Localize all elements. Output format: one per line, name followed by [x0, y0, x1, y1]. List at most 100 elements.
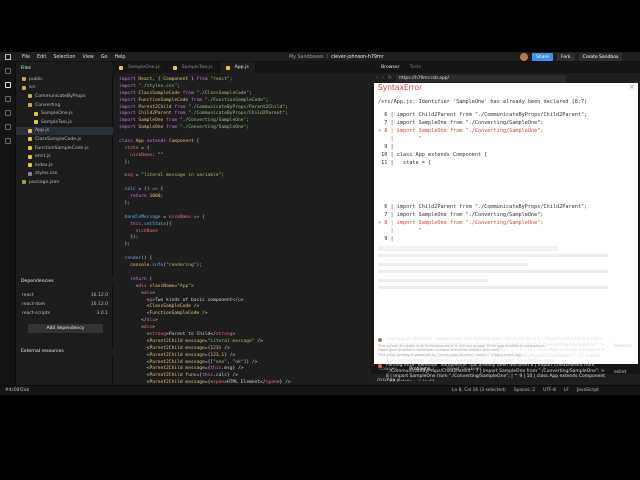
- file-item[interactable]: package.json: [16, 178, 113, 187]
- file-item[interactable]: SampleOne.js: [16, 109, 113, 118]
- file-icon: [34, 120, 38, 125]
- code-line: msg = "literal message in variable";: [119, 173, 296, 180]
- folder-item[interactable]: public: [16, 75, 113, 84]
- code-token: setState: [143, 221, 167, 227]
- breadcrumb-parent[interactable]: My Sandboxes: [289, 55, 324, 60]
- dependency-row[interactable]: react 16.12.0: [16, 291, 113, 300]
- code-token: };: [119, 201, 131, 207]
- file-item[interactable]: ClassSampleCode.js: [16, 135, 113, 144]
- editor-tab-label: SampleTwo.js: [181, 65, 213, 70]
- code-line: import "./styles.css";: [119, 84, 296, 91]
- folder-icon: [28, 103, 32, 108]
- close-icon[interactable]: ×: [629, 83, 635, 91]
- menu-view[interactable]: View: [82, 55, 93, 60]
- menu-selection[interactable]: Selection: [53, 55, 75, 60]
- editor-tab[interactable]: SampleOne.js: [113, 62, 167, 73]
- file-item[interactable]: App.js: [16, 126, 113, 136]
- code-token: ;: [246, 125, 250, 131]
- deploy-icon[interactable]: [5, 110, 11, 116]
- tree-item-label: Converting: [35, 102, 61, 108]
- code-token: Component: [163, 77, 189, 82]
- status-item[interactable]: JavaScript: [577, 388, 599, 393]
- codesandbox-logo-icon[interactable]: [5, 54, 11, 60]
- editor-tab[interactable]: App.js: [219, 62, 256, 73]
- code-token: from: [171, 104, 189, 110]
- editor-tab[interactable]: SampleTwo.js: [167, 62, 220, 73]
- code-token: handleMessage: [124, 214, 161, 220]
- code-token: 1000: [149, 194, 161, 200]
- code-token: .calc} />: [213, 373, 239, 379]
- code-token: state: [124, 145, 139, 151]
- menu-file[interactable]: File: [22, 55, 30, 60]
- tree-item-label: App.js: [35, 128, 50, 134]
- excerpt-line: 10 | class App extends Component {: [378, 152, 488, 158]
- code-token: FunctionSampleCode: [138, 97, 189, 103]
- code-token: "./CommunicateByProps/Child2Parent": [188, 111, 285, 117]
- code-token: nickName: [130, 152, 153, 158]
- code-token: return: [130, 276, 147, 282]
- code-token: >: [152, 325, 155, 331]
- code-token: SampleOne: [138, 125, 164, 131]
- files-icon[interactable]: [5, 82, 11, 88]
- error-overlay-content: SyntaxError × /src/App.js: Identifier 'S…: [374, 52, 638, 364]
- github-icon[interactable]: [5, 96, 11, 102]
- code-token: <: [119, 290, 144, 296]
- code-editor[interactable]: import React, { Component } from "react"…: [113, 73, 371, 385]
- problem-row[interactable]: Parsing error: Identifier 'SampleOne' ha…: [378, 363, 640, 381]
- code-token: from: [196, 77, 211, 82]
- file-item[interactable]: styles.css: [16, 170, 113, 179]
- code-token: <: [119, 359, 150, 365]
- file-icon: [28, 171, 32, 176]
- folder-item[interactable]: src: [16, 84, 113, 93]
- tree-item-label: package.json: [29, 179, 60, 185]
- file-item[interactable]: index.js: [16, 161, 113, 170]
- dependency-row[interactable]: react-dom 16.12.0: [16, 300, 113, 309]
- folder-item[interactable]: Converting: [16, 101, 113, 110]
- error-icon: [378, 364, 382, 368]
- code-line: });: [119, 235, 296, 242]
- problem-row[interactable]: /src/App.js: Identifier 'SampleOne' has …: [378, 337, 640, 363]
- dependencies-section-header[interactable]: Dependencies: [16, 277, 113, 286]
- status-item[interactable]: Spaces: 2: [514, 388, 535, 393]
- file-icon: [28, 137, 32, 142]
- add-dependency-button[interactable]: Add dependency: [28, 324, 103, 333]
- file-item[interactable]: FunctionSampleCode.js: [16, 144, 113, 153]
- code-line: this.setState({: [119, 222, 296, 229]
- folder-item[interactable]: CommunicateByProps: [16, 92, 113, 101]
- code-token: ;: [177, 83, 180, 89]
- excerpt-line: | ^: [378, 136, 422, 142]
- code-token: message: [185, 352, 205, 358]
- status-item[interactable]: UTF-8: [543, 388, 556, 393]
- info-icon[interactable]: [5, 68, 11, 74]
- status-item[interactable]: LF: [564, 388, 569, 393]
- editor-tab-label: SampleOne.js: [128, 65, 160, 70]
- status-item[interactable]: Ln 8, Col 16 (3 selected): [452, 388, 506, 393]
- code-token: from: [179, 90, 197, 96]
- code-token: = {: [138, 145, 150, 151]
- code-token: =: [160, 214, 169, 220]
- problem-source: eslint: [614, 370, 627, 375]
- file-item[interactable]: emit.js: [16, 152, 113, 161]
- js-file-icon: [225, 65, 230, 70]
- menu-go[interactable]: Go: [101, 55, 108, 60]
- files-section-header[interactable]: Files: [16, 64, 113, 73]
- status-left[interactable]: #4c08f2ab: [5, 388, 29, 393]
- error-icon: [378, 338, 382, 342]
- code-token: Component: [168, 139, 194, 145]
- menu-help[interactable]: Help: [114, 55, 125, 60]
- menu-edit[interactable]: Edit: [37, 55, 46, 60]
- live-icon[interactable]: [5, 124, 11, 130]
- code-token: });: [119, 235, 139, 241]
- external-resources-header[interactable]: External resources: [16, 347, 113, 356]
- code-token: strong: [215, 331, 233, 337]
- code-token: : "": [152, 152, 164, 158]
- file-icon: [28, 146, 32, 151]
- code-lines: import React, { Component } from "react"…: [119, 77, 296, 385]
- code-token: info: [152, 263, 164, 269]
- settings-icon[interactable]: [5, 138, 11, 144]
- excerpt-line: > 8 | import SampleOne from "./Convertin…: [378, 220, 544, 226]
- dependency-row[interactable]: react-scripts 3.0.1: [16, 309, 113, 318]
- file-item[interactable]: SampleTwo.js: [16, 118, 113, 127]
